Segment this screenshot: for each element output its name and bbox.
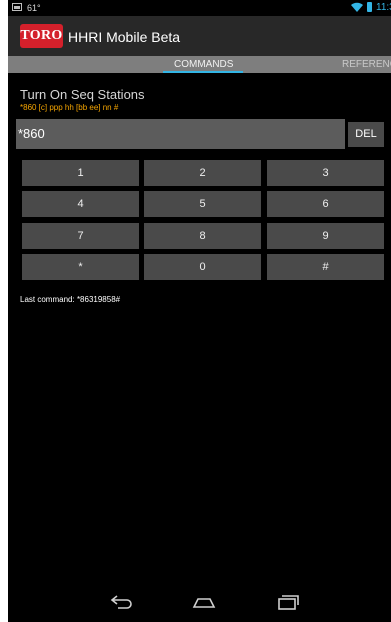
command-syntax: *860 [c] ppp hh [bb ee] nn # [20, 103, 119, 112]
tab-bar: COMMANDS REFERENCE [8, 56, 391, 73]
key-8[interactable]: 8 [144, 223, 261, 249]
key-3[interactable]: 3 [267, 160, 384, 186]
app-title: HHRI Mobile Beta [68, 29, 181, 45]
key-5[interactable]: 5 [144, 191, 261, 217]
action-bar: TORO HHRI Mobile Beta [8, 16, 391, 56]
commands-page: Turn On Seq Stations *860 [c] ppp hh [bb… [8, 73, 391, 583]
key-2[interactable]: 2 [144, 160, 261, 186]
key-6[interactable]: 6 [267, 191, 384, 217]
status-bar: 61° 11:38 [8, 0, 391, 16]
key-star[interactable]: * [22, 254, 139, 280]
tab-reference[interactable]: REFERENCE [342, 59, 391, 70]
tab-commands[interactable]: COMMANDS [174, 59, 233, 70]
delete-button[interactable]: DEL [348, 122, 384, 147]
battery-icon [367, 2, 372, 12]
key-7[interactable]: 7 [22, 223, 139, 249]
image-icon [12, 3, 22, 11]
phone-screen: 61° 11:38 TORO HHRI Mobile Beta COMMANDS… [8, 0, 391, 622]
navigation-bar [8, 583, 391, 622]
temperature: 61° [27, 3, 41, 13]
last-command-label: Last command: [20, 295, 75, 304]
last-command-value: *86319858# [76, 295, 121, 304]
command-title: Turn On Seq Stations [20, 87, 145, 102]
clock: 11:38 [376, 2, 391, 13]
key-1[interactable]: 1 [22, 160, 139, 186]
wifi-icon [351, 2, 363, 12]
toro-logo: TORO [20, 24, 63, 48]
last-command: Last command: *86319858# [20, 295, 120, 304]
key-4[interactable]: 4 [22, 191, 139, 217]
command-input[interactable]: *860 [16, 119, 345, 149]
recent-apps-icon[interactable] [274, 592, 300, 612]
key-9[interactable]: 9 [267, 223, 384, 249]
home-icon[interactable] [191, 592, 217, 612]
key-0[interactable]: 0 [144, 254, 261, 280]
back-icon[interactable] [108, 592, 134, 612]
key-hash[interactable]: # [267, 254, 384, 280]
